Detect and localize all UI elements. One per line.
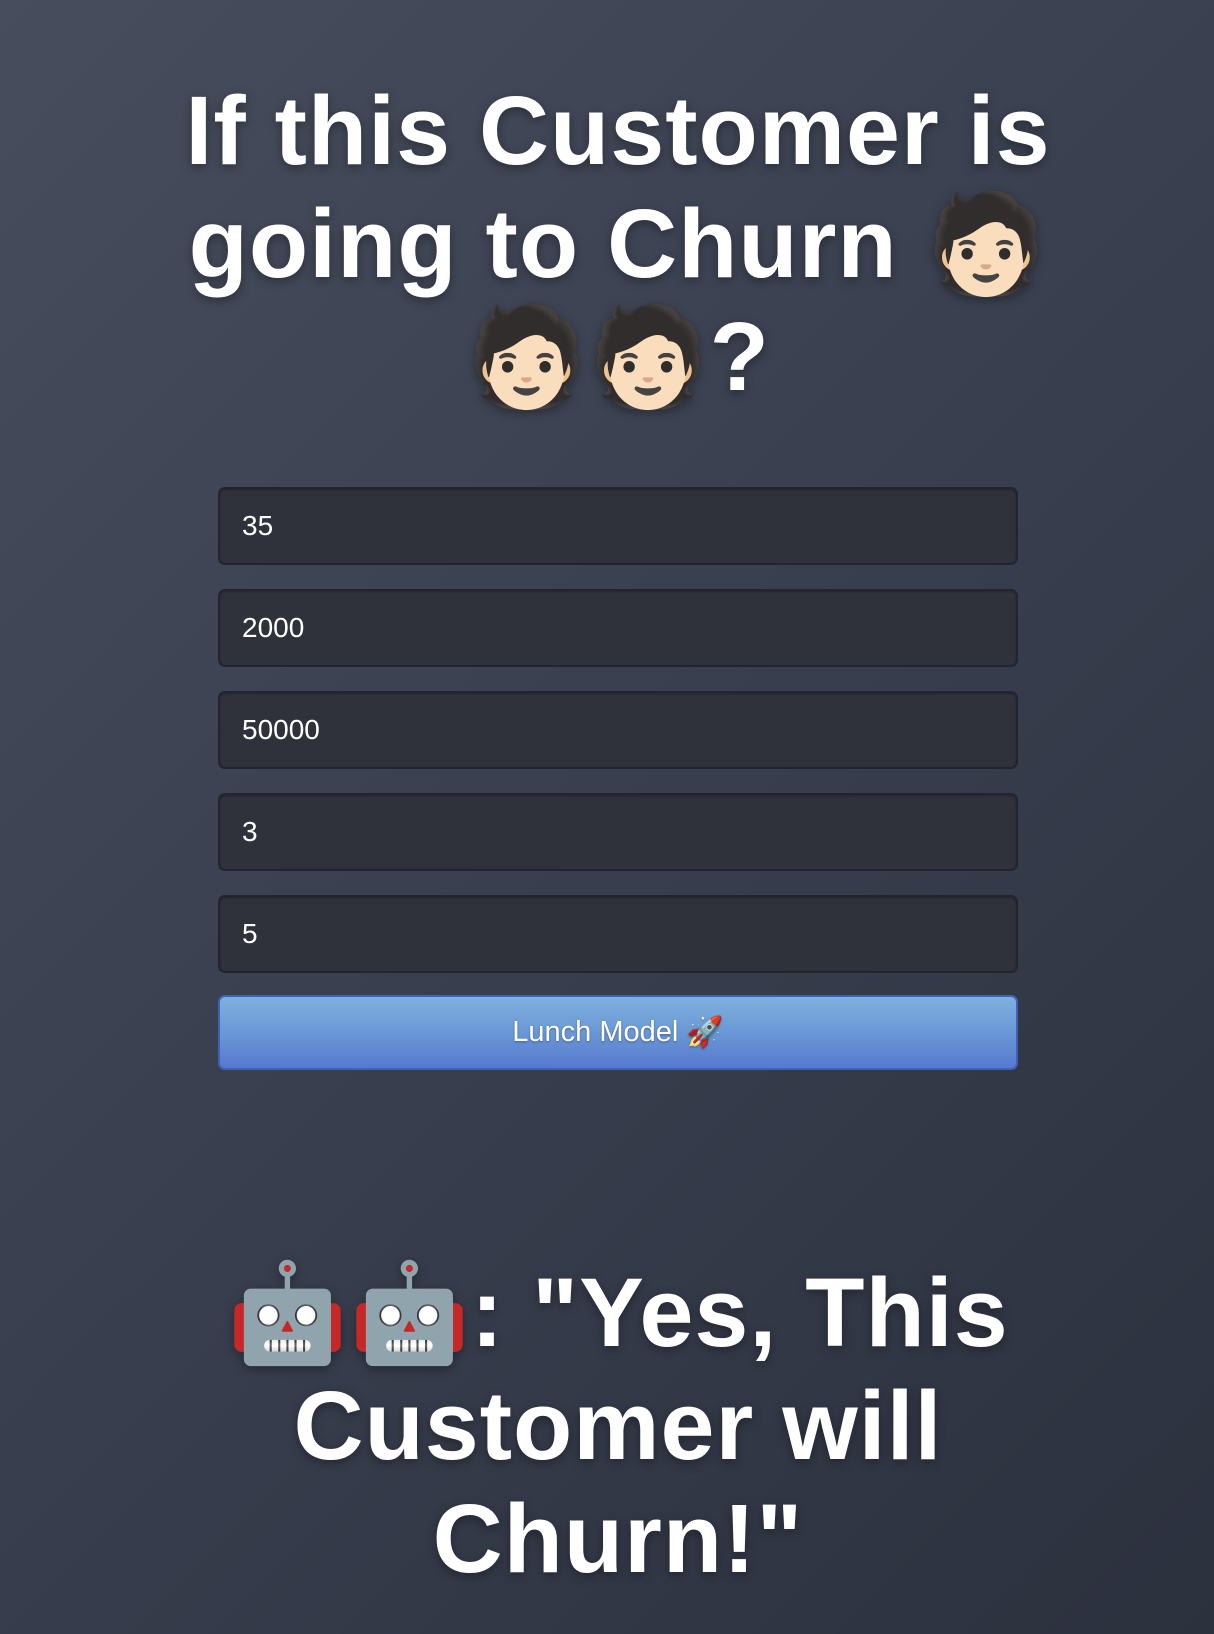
input-field-2[interactable] <box>218 589 1018 667</box>
rocket-icon: 🚀 <box>686 1016 724 1049</box>
launch-model-label: Lunch Model <box>512 1016 679 1048</box>
input-field-4[interactable] <box>218 793 1018 871</box>
page-title: If this Customer is going to Churn 🧑🏻🧑🏻🧑… <box>185 76 1051 411</box>
input-field-3[interactable] <box>218 691 1018 769</box>
input-field-1[interactable] <box>218 487 1018 565</box>
prediction-result: 🤖🤖: "Yes, This Customer will Churn!" <box>227 1258 1009 1593</box>
prediction-form: Lunch Model 🚀 <box>218 487 1018 1070</box>
input-field-5[interactable] <box>218 895 1018 973</box>
launch-model-button[interactable]: Lunch Model 🚀 <box>218 995 1018 1070</box>
